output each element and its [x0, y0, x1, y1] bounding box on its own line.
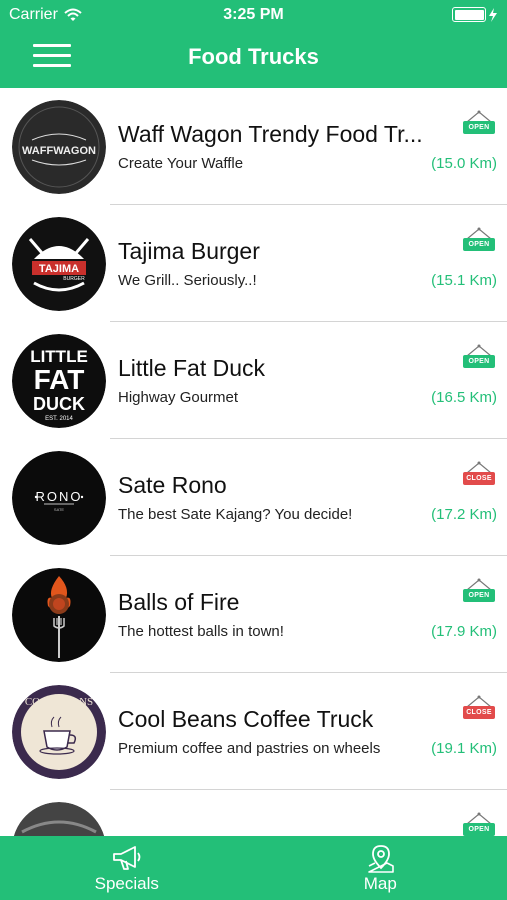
- open-sign-icon: OPEN: [462, 812, 496, 836]
- status-badge: OPEN: [463, 589, 495, 602]
- closed-sign-icon: CLOSE: [462, 461, 496, 487]
- status-time: 3:25 PM: [223, 6, 284, 23]
- logo-text: RONO: [36, 489, 83, 504]
- open-sign-icon: OPEN: [462, 578, 496, 604]
- tab-specials[interactable]: Specials: [0, 836, 254, 900]
- megaphone-icon: [113, 846, 141, 870]
- truck-distance: (19.1 Km): [431, 740, 497, 757]
- list-item[interactable]: Balls of Fire The hottest balls in town!…: [0, 556, 507, 673]
- truck-logo: COOL BEANS: [12, 685, 106, 779]
- logo-text: TAJIMA: [39, 263, 79, 275]
- logo-subtext: EST. 2014: [45, 416, 73, 422]
- list-item[interactable]: OPEN: [0, 790, 507, 836]
- app-screen: Carrier 3:25 PM Food Trucks WAFFWAGON Wa…: [0, 0, 507, 900]
- logo-subtext: SATE: [54, 507, 64, 512]
- tab-specials-label: Specials: [94, 874, 159, 893]
- list-item[interactable]: RONO SATE Sate Rono The best Sate Kajang…: [0, 439, 507, 556]
- truck-distance: (17.9 Km): [431, 623, 497, 640]
- list-item[interactable]: TAJIMA BURGER Tajima Burger We Grill.. S…: [0, 205, 507, 322]
- list-item[interactable]: WAFFWAGON Waff Wagon Trendy Food Tr... C…: [0, 88, 507, 205]
- logo-text: WAFFWAGON: [22, 145, 96, 157]
- truck-tagline: We Grill.. Seriously..!: [118, 272, 257, 289]
- status-bar: Carrier 3:25 PM: [0, 0, 507, 30]
- logo-text: DUCK: [33, 394, 85, 414]
- truck-logo: [12, 568, 106, 662]
- logo-text: COOL BEANS: [25, 696, 93, 708]
- list-item[interactable]: COOL BEANS Cool Beans Coffee Truck Premi…: [0, 673, 507, 790]
- truck-logo: LITTLE FAT DUCK EST. 2014: [12, 334, 106, 428]
- status-badge: OPEN: [463, 823, 495, 836]
- status-badge: OPEN: [463, 355, 495, 368]
- open-sign-icon: OPEN: [462, 344, 496, 370]
- tab-map-label: Map: [363, 874, 397, 893]
- truck-distance: (17.2 Km): [431, 506, 497, 523]
- status-badge: OPEN: [463, 121, 495, 134]
- truck-logo: [12, 802, 106, 836]
- truck-logo: WAFFWAGON: [12, 100, 106, 194]
- open-sign-icon: OPEN: [462, 110, 496, 136]
- status-badge: OPEN: [463, 238, 495, 251]
- battery-icon: [452, 7, 498, 22]
- truck-name: Tajima Burger: [118, 238, 260, 264]
- truck-tagline: The hottest balls in town!: [118, 623, 284, 640]
- list-item[interactable]: LITTLE FAT DUCK EST. 2014 Little Fat Duc…: [0, 322, 507, 439]
- status-badge: CLOSE: [463, 472, 495, 485]
- truck-tagline: The best Sate Kajang? You decide!: [118, 506, 353, 523]
- truck-logo: TAJIMA BURGER: [12, 217, 106, 311]
- food-truck-list[interactable]: WAFFWAGON Waff Wagon Trendy Food Tr... C…: [0, 88, 507, 836]
- logo-text: FAT: [34, 364, 85, 395]
- truck-name: Sate Rono: [118, 472, 227, 498]
- status-badge: CLOSE: [463, 706, 495, 719]
- truck-name: Little Fat Duck: [118, 355, 265, 381]
- closed-sign-icon: CLOSE: [462, 695, 496, 721]
- tab-bar: Specials Map: [0, 836, 507, 900]
- header-bar: Carrier 3:25 PM Food Trucks: [0, 0, 507, 88]
- tab-map[interactable]: Map: [254, 836, 507, 900]
- truck-name: Waff Wagon Trendy Food Tr...: [118, 121, 423, 147]
- truck-logo: RONO SATE: [12, 451, 106, 545]
- truck-distance: (15.1 Km): [431, 272, 497, 289]
- truck-name: Balls of Fire: [118, 589, 240, 615]
- truck-tagline: Create Your Waffle: [118, 155, 244, 172]
- logo-subtext: BURGER: [63, 276, 85, 282]
- truck-tagline: Premium coffee and pastries on wheels: [118, 740, 381, 757]
- truck-name: Cool Beans Coffee Truck: [118, 706, 374, 732]
- truck-tagline: Highway Gourmet: [118, 389, 239, 406]
- truck-distance: (16.5 Km): [431, 389, 497, 406]
- page-title: Food Trucks: [188, 44, 319, 69]
- open-sign-icon: OPEN: [462, 227, 496, 253]
- map-pin-icon: [367, 845, 394, 873]
- truck-distance: (15.0 Km): [431, 155, 497, 172]
